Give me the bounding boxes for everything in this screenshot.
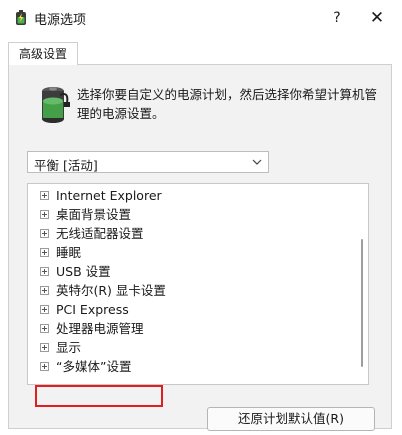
expand-plus-icon[interactable] xyxy=(40,286,49,295)
description-text: 选择你要自定义的电源计划，然后选择你希望计算机管理的电源设置。 xyxy=(77,87,378,121)
expand-plus-icon[interactable] xyxy=(40,248,49,257)
help-button[interactable]: ? xyxy=(324,6,350,30)
tree-scrollbar[interactable] xyxy=(357,185,367,383)
window-title: 电源选项 xyxy=(34,13,87,28)
highlight-box xyxy=(35,385,163,407)
expand-plus-icon[interactable] xyxy=(40,362,49,371)
battery-icon xyxy=(42,87,70,123)
tree-item-intel-graphics[interactable]: 英特尔(R) 显卡设置 xyxy=(40,281,166,300)
tab-advanced-settings[interactable]: 高级设置 xyxy=(8,42,78,65)
title-bar: 电源选项 ? ✕ xyxy=(0,0,402,36)
expand-plus-icon[interactable] xyxy=(40,324,49,333)
expand-plus-icon[interactable] xyxy=(40,267,49,276)
tree-item-sleep[interactable]: 睡眠 xyxy=(40,243,81,262)
expand-plus-icon[interactable] xyxy=(40,191,49,200)
restore-defaults-button[interactable]: 还原计划默认值(R) xyxy=(207,407,375,431)
tree-item-multimedia[interactable]: “多媒体”设置 xyxy=(40,357,131,376)
expand-plus-icon[interactable] xyxy=(40,343,49,352)
settings-tree[interactable]: Internet Explorer 桌面背景设置 无线适配器设置 睡眠 USB … xyxy=(27,183,369,385)
tree-item-desktop-background[interactable]: 桌面背景设置 xyxy=(40,205,131,224)
tree-item-processor-power[interactable]: 处理器电源管理 xyxy=(40,319,144,338)
tree-item-display[interactable]: 显示 xyxy=(40,338,81,357)
tree-item-pci-express[interactable]: PCI Express xyxy=(40,300,129,319)
scroll-thumb[interactable] xyxy=(361,239,363,367)
battery-power-icon xyxy=(16,10,26,25)
chevron-down-icon xyxy=(252,159,262,165)
expand-plus-icon[interactable] xyxy=(40,305,49,314)
power-plan-select[interactable]: 平衡 [活动] xyxy=(27,151,269,173)
tree-item-wireless-adapter[interactable]: 无线适配器设置 xyxy=(40,224,144,243)
tree-item-usb-settings[interactable]: USB 设置 xyxy=(40,262,111,281)
expand-plus-icon[interactable] xyxy=(40,229,49,238)
expand-plus-icon[interactable] xyxy=(40,210,49,219)
tree-item-internet-explorer[interactable]: Internet Explorer xyxy=(40,186,162,205)
advanced-settings-panel: 选择你要自定义的电源计划，然后选择你希望计算机管理的电源设置。 平衡 [活动] … xyxy=(8,64,392,431)
power-plan-value: 平衡 [活动] xyxy=(34,158,98,173)
close-button[interactable]: ✕ xyxy=(364,6,390,30)
